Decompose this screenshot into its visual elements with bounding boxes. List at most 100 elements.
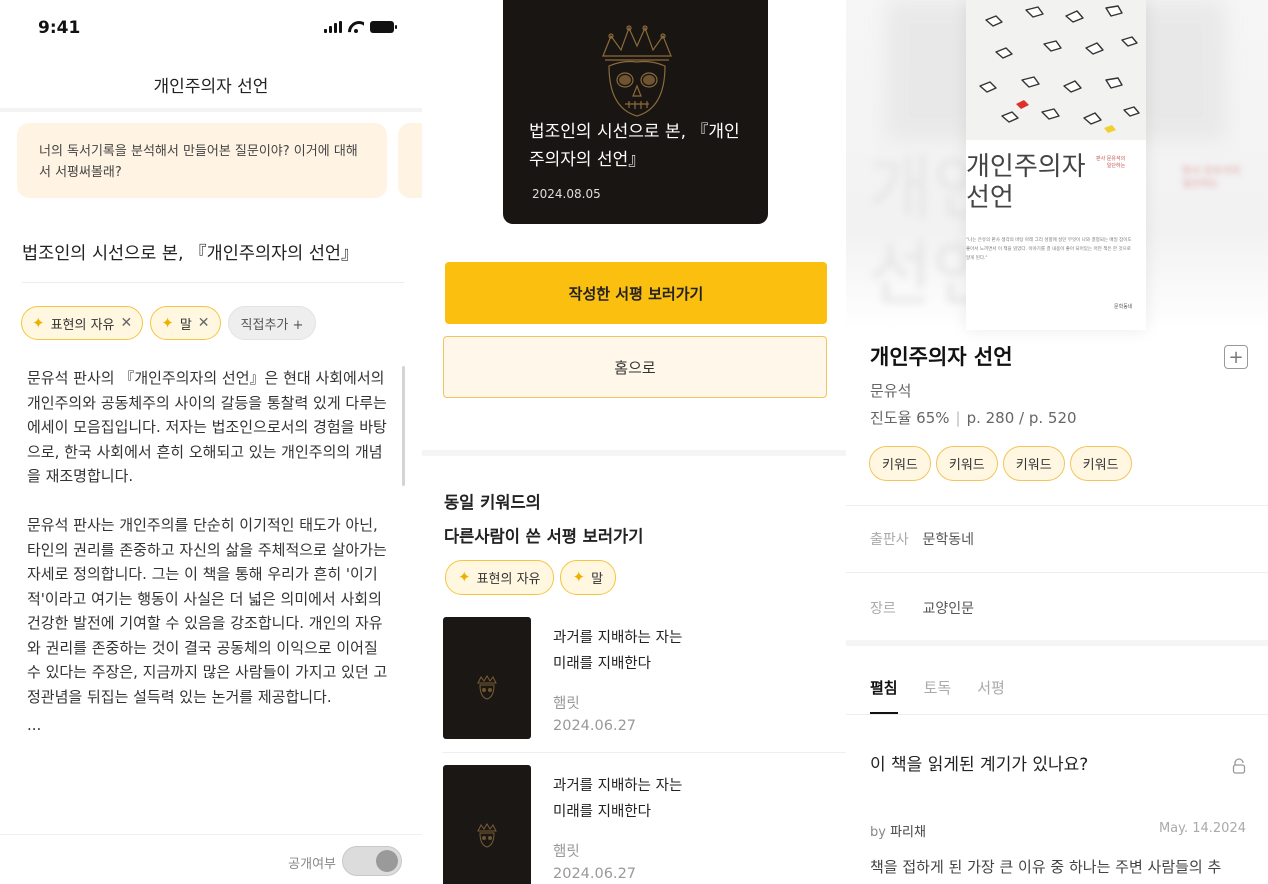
title-divider (22, 282, 404, 283)
close-icon[interactable]: ✕ (198, 315, 210, 331)
related-review-item[interactable]: 과거를 지배하는 자는 미래를 지배한다 햄릿 2024.06.27 (443, 617, 823, 741)
genre-value: 교양인문 (922, 601, 974, 617)
review-ellipsis: ... (27, 716, 42, 734)
nav-divider (0, 108, 422, 112)
skull-crown-illustration (477, 675, 497, 700)
cover-publisher: 문학동네 (1114, 304, 1133, 310)
publisher-row: 출판사 문학동네 (870, 529, 974, 549)
related-review-date: 2024.06.27 (553, 718, 637, 734)
post-by-label: by (870, 825, 886, 840)
lock-icon[interactable] (1231, 758, 1247, 774)
progress-percent: 진도율 65% (870, 409, 950, 427)
book-thumbnail (443, 765, 531, 884)
cover-illustration (966, 0, 1146, 140)
next-question-card[interactable] (398, 123, 422, 198)
title-line: 과거를 지배하는 자는 (553, 778, 683, 794)
section-divider (846, 640, 1268, 646)
keyword-label: 말 (591, 572, 604, 587)
tab-review[interactable]: 서평 (977, 677, 1005, 714)
related-reviews-heading: 동일 키워드의 다른사람이 쓴 서평 보러가기 (444, 486, 643, 554)
section-divider (422, 450, 846, 456)
sparkle-icon: ✦ (572, 568, 586, 586)
review-paragraph: 문유석 판사는 개인주의를 단순히 이기적인 태도가 아닌, 타인의 권리를 존… (27, 516, 388, 706)
add-keyword-button[interactable]: 직접추가 + (227, 306, 317, 340)
home-button[interactable]: 홈으로 (443, 336, 827, 398)
ai-question-card[interactable]: 너의 독서기록을 분석해서 만들어본 질문이야? 이거에 대해서 서평써볼래? (17, 123, 387, 198)
book-cover[interactable]: 개인주의자 선언 판사 문유석의 일단하는 "나는 은유의 판사 생각의 바탕 아… (966, 0, 1146, 330)
keyword-chip[interactable]: ✦ 말 ✕ (150, 306, 221, 340)
related-review-title: 과거를 지배하는 자는 미래를 지배한다 (553, 625, 682, 677)
keyword-filter-chip[interactable]: ✦ 말 (559, 560, 617, 595)
related-review-date: 2024.06.27 (553, 866, 637, 882)
keyword-chip[interactable]: ✦ 표현의 자유 ✕ (21, 306, 144, 340)
review-body-textarea[interactable]: 문유석 판사의 『개인주의자의 선언』은 현대 사회에서의 개인주의와 공동체주… (27, 366, 393, 738)
book-author: 문유석 (870, 382, 912, 400)
public-toggle[interactable] (342, 846, 402, 876)
battery-icon (370, 21, 397, 33)
scrollbar-thumb[interactable] (402, 366, 405, 486)
close-icon[interactable]: ✕ (121, 315, 133, 331)
heading-line: 다른사람이 쓴 서평 보러가기 (444, 527, 644, 546)
cover-tagline: 판사 문유석의 일단하는 (1096, 156, 1126, 169)
status-time: 9:41 (38, 18, 81, 38)
book-keyword-chip[interactable]: 키워드 (1002, 446, 1065, 481)
book-title: 개인주의자 선언 (870, 345, 1013, 369)
info-divider (846, 505, 1268, 506)
skull-crown-illustration (477, 823, 497, 848)
book-thumbnail (443, 617, 531, 739)
keyword-filter-chip[interactable]: ✦ 표현의 자유 (445, 560, 554, 595)
title-line: 미래를 지배한다 (553, 656, 651, 672)
cover-title-line: 개인주의자 (966, 152, 1086, 182)
progress-separator: | (955, 409, 961, 427)
sparkle-icon: ✦ (458, 568, 471, 586)
view-review-button[interactable]: 작성한 서평 보러가기 (445, 262, 827, 324)
publisher-key: 출판사 (870, 532, 909, 548)
post-author: 파리채 (890, 825, 926, 840)
book-keyword-chip[interactable]: 키워드 (935, 446, 998, 481)
tabs-divider (846, 714, 1268, 715)
add-to-shelf-button[interactable]: + (1224, 345, 1248, 369)
keyword-chip-row: ✦ 표현의 자유 ✕ ✦ 말 ✕ 직접추가 + (21, 306, 317, 340)
sparkle-icon: ✦ (161, 313, 174, 332)
bottom-bar: 공개여부 (0, 834, 422, 884)
cover-book-title: 개인주의자 선언 (966, 152, 1086, 214)
cover-blurb: "나는 은유의 판사 생각의 바탕 아래 그리 성향에 살던 무엇이 나와 결정… (966, 238, 1132, 261)
blurred-cover-tag: 판사 문유석의 일단하는 (1182, 166, 1241, 190)
review-complete-screen: 법조인의 시선으로 본, 『개인주의자의 선언』 2024.08.05 작성한 … (422, 0, 846, 884)
book-keyword-row: 키워드 키워드 키워드 키워드 (869, 446, 1132, 481)
keyword-label: 표현의 자유 (476, 572, 541, 587)
plus-icon: + (1228, 346, 1244, 368)
sparkle-icon: ✦ (32, 313, 45, 332)
post-author-line: by 파리채 (870, 821, 926, 840)
list-divider (443, 752, 846, 753)
skull-crown-illustration (602, 25, 672, 117)
publisher-value: 문학동네 (922, 532, 974, 548)
review-paragraph: 문유석 판사의 『개인주의자의 선언』은 현대 사회에서의 개인주의와 공동체주… (27, 369, 387, 485)
title-line: 과거를 지배하는 자는 (553, 630, 683, 646)
tab-spread[interactable]: 펼침 (870, 677, 898, 714)
keyword-label: 표현의 자유 (50, 317, 115, 333)
toggle-knob (376, 850, 398, 872)
review-title-input[interactable]: 법조인의 시선으로 본, 『개인주의자의 선언』 (22, 240, 359, 265)
signal-icon (324, 21, 342, 33)
related-review-item[interactable]: 과거를 지배하는 자는 미래를 지배한다 햄릿 2024.06.27 (443, 765, 823, 884)
meta-divider (846, 572, 1268, 573)
cover-title-line: 선언 (966, 183, 1014, 213)
book-keyword-chip[interactable]: 키워드 (869, 446, 931, 481)
review-cover-date: 2024.08.05 (532, 187, 601, 201)
reading-progress: 진도율 65% | p. 280 / p. 520 (870, 407, 1077, 428)
book-keyword-chip[interactable]: 키워드 (1069, 446, 1132, 481)
page-progress: p. 280 / p. 520 (966, 409, 1077, 427)
status-icons (324, 21, 397, 33)
related-review-author: 햄릿 (553, 844, 580, 860)
keyword-filter-row: ✦ 표현의 자유 ✦ 말 (445, 560, 617, 595)
tab-todok[interactable]: 토독 (924, 677, 952, 714)
status-bar: 9:41 (0, 0, 422, 60)
keyword-label: 말 (179, 317, 192, 333)
page-title: 개인주의자 선언 (153, 77, 269, 97)
title-line: 미래를 지배한다 (553, 804, 651, 820)
wifi-icon (348, 21, 364, 33)
post-excerpt[interactable]: 책을 접하게 된 가장 큰 이유 중 하나는 주변 사람들의 추 (870, 856, 1260, 877)
question-title[interactable]: 이 책을 읽게된 계기가 있나요? (870, 750, 1088, 775)
related-review-author: 햄릿 (553, 696, 580, 712)
